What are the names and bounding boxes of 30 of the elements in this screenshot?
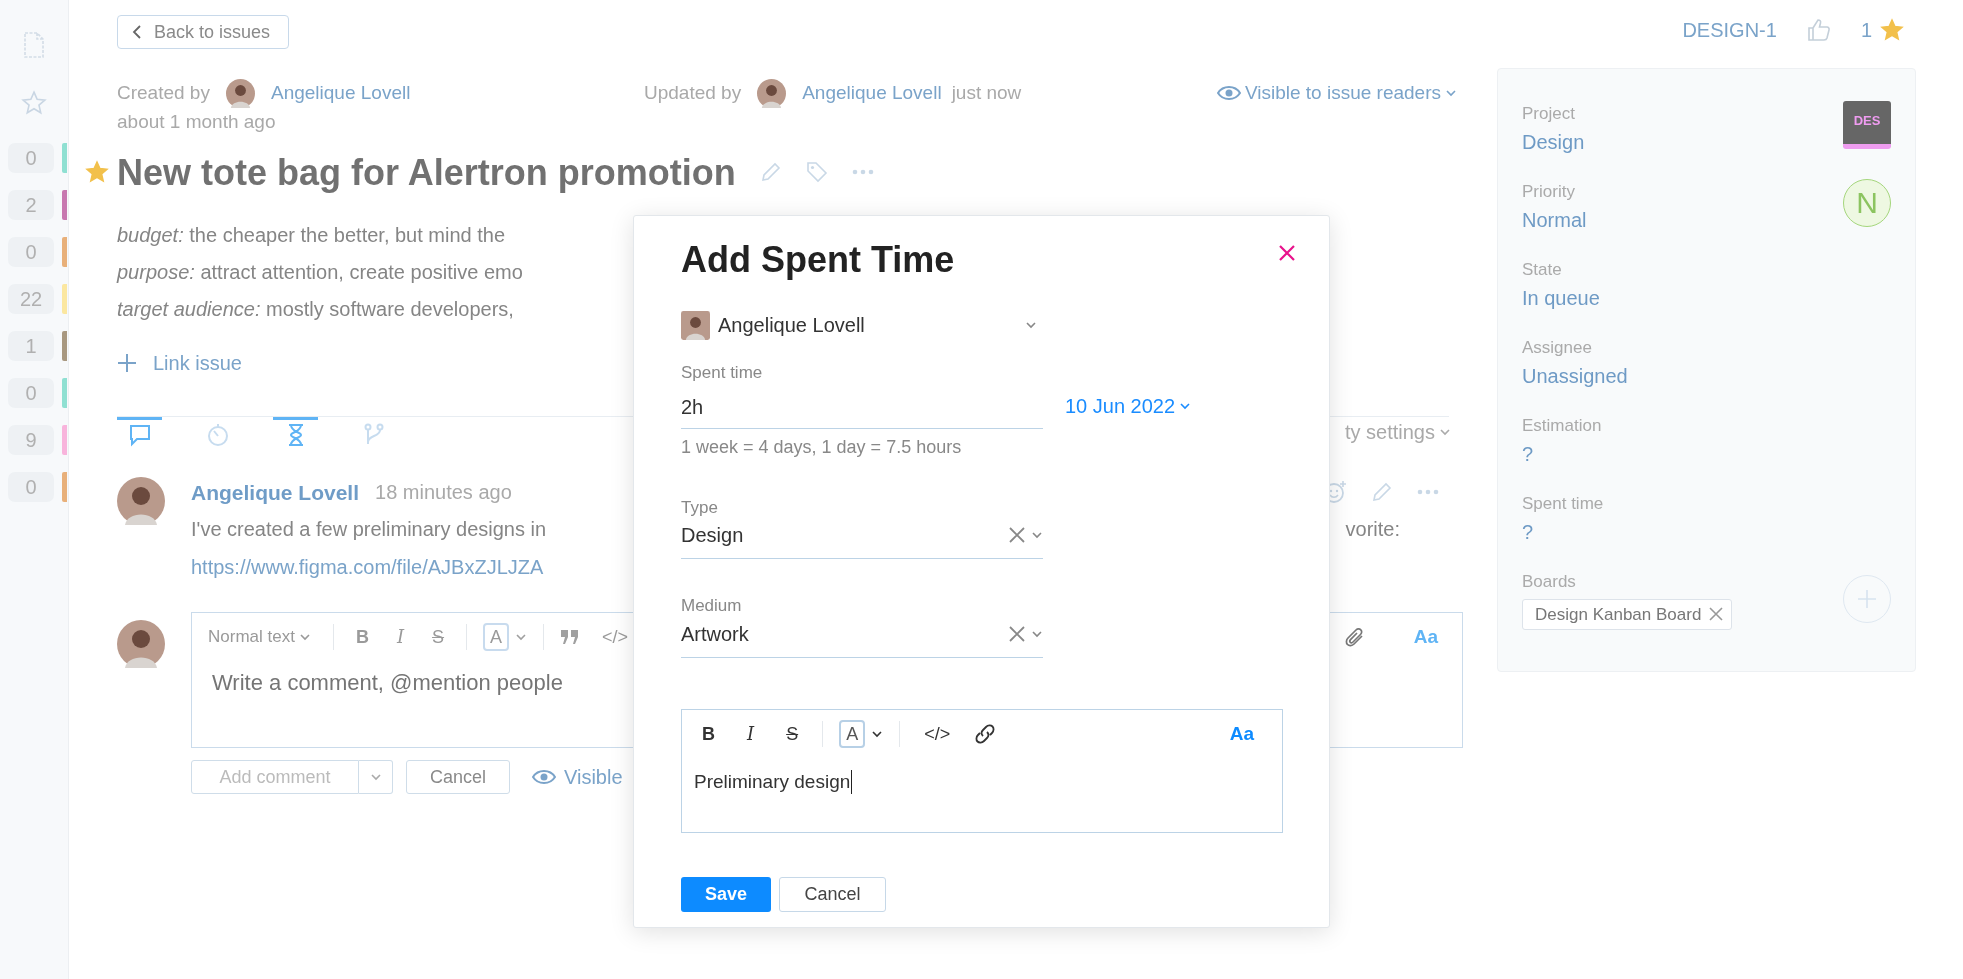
hint-text: 1 week = 4 days, 1 day = 7.5 hours (681, 435, 963, 459)
field-value: 2h (681, 394, 705, 420)
description-line: budget: the cheaper the better, but mind the (117, 222, 506, 248)
updated-time: just now (951, 81, 1022, 106)
star-count: 1 (1860, 18, 1872, 43)
updated-label: Updated by (644, 81, 742, 106)
field-label: Boards (1522, 571, 1577, 593)
comment-text: vorite: (1345, 517, 1400, 543)
project-badge: DES (1843, 101, 1891, 149)
description-line: purpose: attract attention, create positive emo (117, 259, 523, 285)
priority-badge: N (1843, 179, 1891, 227)
field-label: Spent time (681, 362, 764, 385)
field-label: Assignee (1522, 337, 1593, 359)
field-label: State (1522, 259, 1563, 281)
description-line: target audience: mostly software developers, (117, 296, 514, 322)
created-label: Created by (117, 81, 210, 106)
field-label: Medium (681, 595, 743, 618)
comment-time: 18 minutes ago (375, 480, 512, 506)
issue-title: New tote bag for Alertron promotion (117, 150, 736, 194)
field-label: Spent time (1522, 493, 1604, 515)
field-label: Estimation (1522, 415, 1602, 437)
field-label: Project (1522, 103, 1576, 125)
field-value: Artwork (681, 621, 749, 647)
dialog-title: Add Spent Time (681, 238, 955, 282)
field-label: Type (681, 496, 719, 519)
created-time: about 1 month ago (117, 110, 277, 134)
editor-text: Preliminary design (694, 770, 853, 795)
comment-text: I've created a few preliminary designs in (191, 517, 547, 543)
field-label: Priority (1522, 181, 1576, 203)
field-value: Design (681, 523, 744, 549)
